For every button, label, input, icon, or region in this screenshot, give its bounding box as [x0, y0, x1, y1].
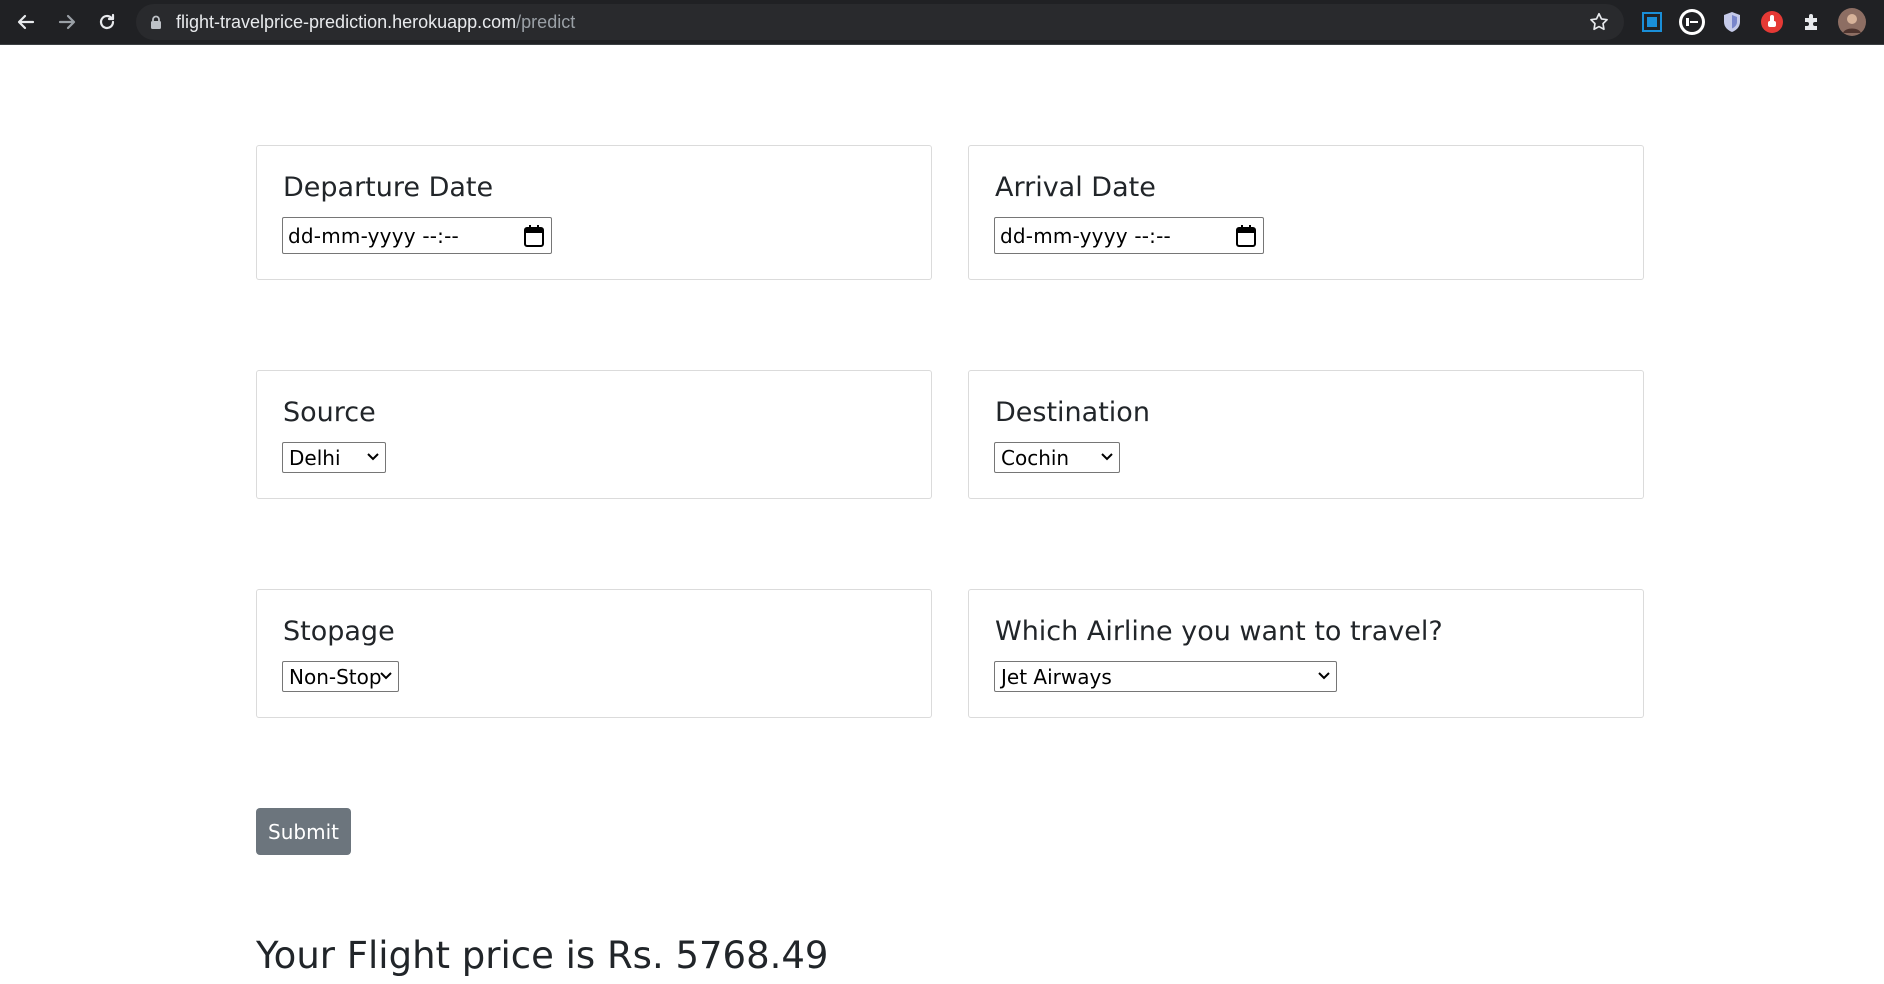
destination-select-value: Cochin [1001, 445, 1070, 470]
lock-icon [150, 15, 162, 30]
stopage-card: Stopage Non-Stop [256, 589, 932, 718]
arrival-date-card: Arrival Date dd-mm-yyyy --:-- [968, 145, 1644, 280]
chevron-down-icon [379, 670, 393, 682]
reload-icon[interactable] [93, 8, 121, 36]
airline-select[interactable]: Jet Airways [994, 661, 1337, 692]
arrow-right-icon[interactable] [53, 8, 81, 36]
departure-date-label: Departure Date [283, 172, 494, 203]
predicted-price-text: Your Flight price is Rs. 5768.49 [256, 934, 829, 977]
stopage-select[interactable]: Non-Stop [282, 661, 399, 692]
chevron-down-icon [1317, 670, 1331, 682]
departure-date-card: Departure Date dd-mm-yyyy --:-- [256, 145, 932, 280]
airline-select-value: Jet Airways [1001, 664, 1112, 689]
star-icon[interactable] [1588, 11, 1610, 33]
screenshot-extension-icon[interactable] [1638, 8, 1666, 36]
url-host: flight-travelprice-prediction.herokuapp.… [176, 11, 517, 32]
source-select-value: Delhi [289, 445, 341, 470]
calendar-icon[interactable] [1235, 224, 1257, 248]
destination-select[interactable]: Cochin [994, 442, 1120, 473]
chevron-down-icon [366, 451, 380, 463]
chevron-down-icon [1100, 451, 1114, 463]
puzzle-icon[interactable] [1798, 8, 1826, 36]
profile-avatar[interactable] [1838, 8, 1866, 36]
submit-button[interactable]: Submit [256, 808, 351, 855]
arrival-date-input[interactable]: dd-mm-yyyy --:-- [994, 217, 1264, 254]
browser-toolbar: flight-travelprice-prediction.herokuapp.… [0, 0, 1884, 44]
calendar-icon[interactable] [523, 224, 545, 248]
source-label: Source [283, 397, 376, 428]
red-hand-extension-icon[interactable] [1758, 8, 1786, 36]
arrow-left-icon[interactable] [12, 8, 40, 36]
destination-card: Destination Cochin [968, 370, 1644, 499]
departure-date-placeholder: dd-mm-yyyy --:-- [288, 223, 459, 248]
source-select[interactable]: Delhi [282, 442, 386, 473]
shield-extension-icon[interactable] [1718, 8, 1746, 36]
source-card: Source Delhi [256, 370, 932, 499]
arrival-date-label: Arrival Date [995, 172, 1156, 203]
arrival-date-placeholder: dd-mm-yyyy --:-- [1000, 223, 1171, 248]
url-path: /predict [516, 11, 576, 32]
stopage-label: Stopage [283, 616, 395, 647]
departure-date-input[interactable]: dd-mm-yyyy --:-- [282, 217, 552, 254]
destination-label: Destination [995, 397, 1150, 428]
airline-label: Which Airline you want to travel? [995, 616, 1443, 647]
airline-card: Which Airline you want to travel? Jet Ai… [968, 589, 1644, 718]
stopage-select-value: Non-Stop [289, 664, 382, 689]
address-bar[interactable]: flight-travelprice-prediction.herokuapp.… [136, 4, 1624, 40]
dictionary-extension-icon[interactable] [1678, 8, 1706, 36]
